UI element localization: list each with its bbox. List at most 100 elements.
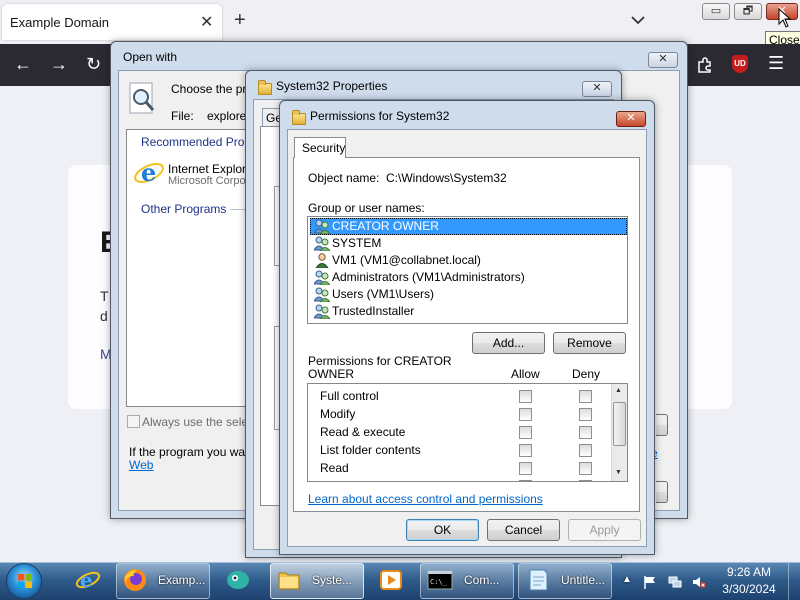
mouse-cursor-icon bbox=[778, 8, 792, 28]
object-name-label: Object name: bbox=[308, 171, 380, 185]
properties-close-button[interactable]: ✕ bbox=[582, 81, 612, 97]
maximize-button[interactable]: 🗗 bbox=[734, 3, 762, 20]
allow-checkbox[interactable] bbox=[519, 390, 532, 403]
notepad-icon bbox=[529, 569, 548, 591]
magnifier-icon bbox=[129, 82, 155, 114]
user-group-icon bbox=[314, 236, 330, 251]
user-group-icon bbox=[314, 219, 330, 234]
deny-column-header: Deny bbox=[572, 367, 601, 381]
clock-date[interactable]: 3/30/2024 bbox=[718, 582, 780, 596]
scroll-down-icon[interactable]: ▼ bbox=[615, 469, 622, 476]
open-with-file-label: File: bbox=[171, 109, 194, 123]
page-text-fragment-1: T bbox=[100, 288, 109, 304]
taskbar-cmd-label: Com... bbox=[464, 573, 500, 587]
deny-checkbox[interactable] bbox=[579, 426, 592, 439]
ok-button[interactable]: OK bbox=[406, 519, 479, 541]
network-icon[interactable] bbox=[668, 575, 682, 589]
table-row: Read bbox=[308, 459, 613, 477]
always-use-checkbox[interactable] bbox=[127, 415, 140, 428]
properties-tab-panel bbox=[260, 126, 280, 506]
remove-button[interactable]: Remove bbox=[553, 332, 626, 354]
allow-checkbox[interactable] bbox=[519, 480, 532, 481]
table-row bbox=[308, 477, 613, 481]
deny-checkbox[interactable] bbox=[579, 390, 592, 403]
deny-checkbox[interactable] bbox=[579, 444, 592, 457]
deny-checkbox[interactable] bbox=[579, 408, 592, 421]
internet-explorer-icon: e bbox=[75, 568, 101, 592]
allow-checkbox[interactable] bbox=[519, 462, 532, 475]
web-link[interactable]: Web bbox=[129, 458, 153, 472]
chevron-down-icon[interactable] bbox=[630, 12, 646, 28]
list-item[interactable]: Users (VM1\Users) bbox=[310, 286, 627, 303]
back-arrow-icon[interactable]: ← bbox=[14, 54, 32, 75]
allow-checkbox[interactable] bbox=[519, 426, 532, 439]
forward-arrow-icon[interactable]: → bbox=[50, 54, 68, 75]
user-group-icon bbox=[314, 287, 330, 302]
new-tab-button[interactable]: + bbox=[234, 9, 246, 32]
taskbar-notepad-label: Untitle... bbox=[561, 573, 606, 587]
folder-icon bbox=[292, 110, 306, 125]
table-row: Read & execute bbox=[308, 423, 613, 441]
allow-column-header: Allow bbox=[511, 367, 540, 381]
show-desktop-button[interactable] bbox=[788, 563, 800, 600]
folder-icon bbox=[258, 80, 272, 95]
principal-name: CREATOR OWNER bbox=[332, 219, 439, 233]
cancel-button[interactable]: Cancel bbox=[487, 519, 560, 541]
scroll-thumb[interactable] bbox=[613, 402, 626, 446]
browser-tab[interactable]: Example Domain ✕ bbox=[2, 4, 222, 40]
internet-explorer-icon[interactable]: e bbox=[133, 157, 165, 189]
permission-name: Read bbox=[320, 461, 349, 475]
allow-checkbox[interactable] bbox=[519, 408, 532, 421]
extensions-puzzle-icon[interactable] bbox=[696, 56, 714, 74]
list-item[interactable]: Administrators (VM1\Administrators) bbox=[310, 269, 627, 286]
action-center-flag-icon[interactable] bbox=[643, 575, 657, 589]
principal-name: SYSTEM bbox=[332, 236, 382, 250]
tab-title: Example Domain bbox=[10, 15, 109, 30]
tab-close-icon[interactable]: ✕ bbox=[200, 12, 213, 32]
table-row: Full control bbox=[308, 387, 613, 405]
open-with-instructions: Choose the pro bbox=[171, 82, 254, 96]
volume-muted-icon[interactable] bbox=[692, 575, 706, 589]
svg-text:e: e bbox=[80, 568, 93, 592]
other-programs-header[interactable]: Other Programs bbox=[141, 202, 226, 216]
open-with-close-button[interactable]: ✕ bbox=[648, 52, 678, 68]
list-item[interactable]: SYSTEM bbox=[310, 235, 627, 252]
clock-time[interactable]: 9:26 AM bbox=[718, 565, 780, 579]
list-item[interactable]: CREATOR OWNER bbox=[310, 218, 627, 235]
ie-program-publisher: Microsoft Corpo bbox=[168, 175, 246, 187]
open-with-titlebar[interactable] bbox=[111, 42, 687, 70]
user-icon bbox=[315, 253, 329, 268]
taskbar-explorer-label: Syste... bbox=[312, 573, 353, 587]
tab-security[interactable]: Security bbox=[294, 137, 346, 158]
folder-icon bbox=[278, 572, 300, 590]
group-or-user-names-label: Group or user names: bbox=[308, 201, 425, 215]
permissions-for-label-2: OWNER bbox=[308, 367, 354, 381]
list-item[interactable]: TrustedInstaller bbox=[310, 303, 627, 320]
deny-checkbox[interactable] bbox=[579, 462, 592, 475]
always-use-label: Always use the select bbox=[142, 415, 258, 429]
deny-checkbox[interactable] bbox=[579, 480, 592, 481]
list-item[interactable]: VM1 (VM1@collabnet.local) bbox=[310, 252, 627, 269]
principal-name: VM1 (VM1@collabnet.local) bbox=[332, 253, 481, 267]
browse-button-edge[interactable] bbox=[656, 414, 668, 436]
ok-button-edge[interactable] bbox=[656, 481, 668, 503]
permissions-list[interactable]: Full control Modify Read & execute List … bbox=[307, 383, 628, 482]
permissions-close-button[interactable]: ✕ bbox=[616, 111, 646, 127]
learn-access-control-link[interactable]: Learn about access control and permissio… bbox=[308, 492, 543, 506]
show-hidden-icons-arrow[interactable]: ▲ bbox=[622, 574, 632, 585]
reload-icon[interactable]: ↻ bbox=[86, 54, 101, 75]
ie-program-name[interactable]: Internet Explore bbox=[168, 162, 253, 176]
group-user-listbox[interactable]: CREATOR OWNER SYSTEM VM1 (VM1@collabnet.… bbox=[307, 216, 628, 324]
permission-name: Read & execute bbox=[320, 425, 406, 439]
allow-checkbox[interactable] bbox=[519, 444, 532, 457]
minimize-button[interactable]: ▭ bbox=[702, 3, 730, 20]
svg-text:C:\_: C:\_ bbox=[430, 578, 448, 586]
windows-logo-icon bbox=[18, 574, 32, 588]
ublock-extension-icon[interactable]: UD bbox=[732, 55, 748, 73]
apply-button[interactable]: Apply bbox=[568, 519, 641, 541]
add-button[interactable]: Add... bbox=[472, 332, 545, 354]
permissions-scrollbar[interactable]: ▲ ▼ bbox=[611, 384, 627, 481]
permission-name: Full control bbox=[320, 389, 379, 403]
hamburger-menu-icon[interactable]: ☰ bbox=[768, 53, 784, 74]
scroll-up-icon[interactable]: ▲ bbox=[615, 387, 622, 394]
